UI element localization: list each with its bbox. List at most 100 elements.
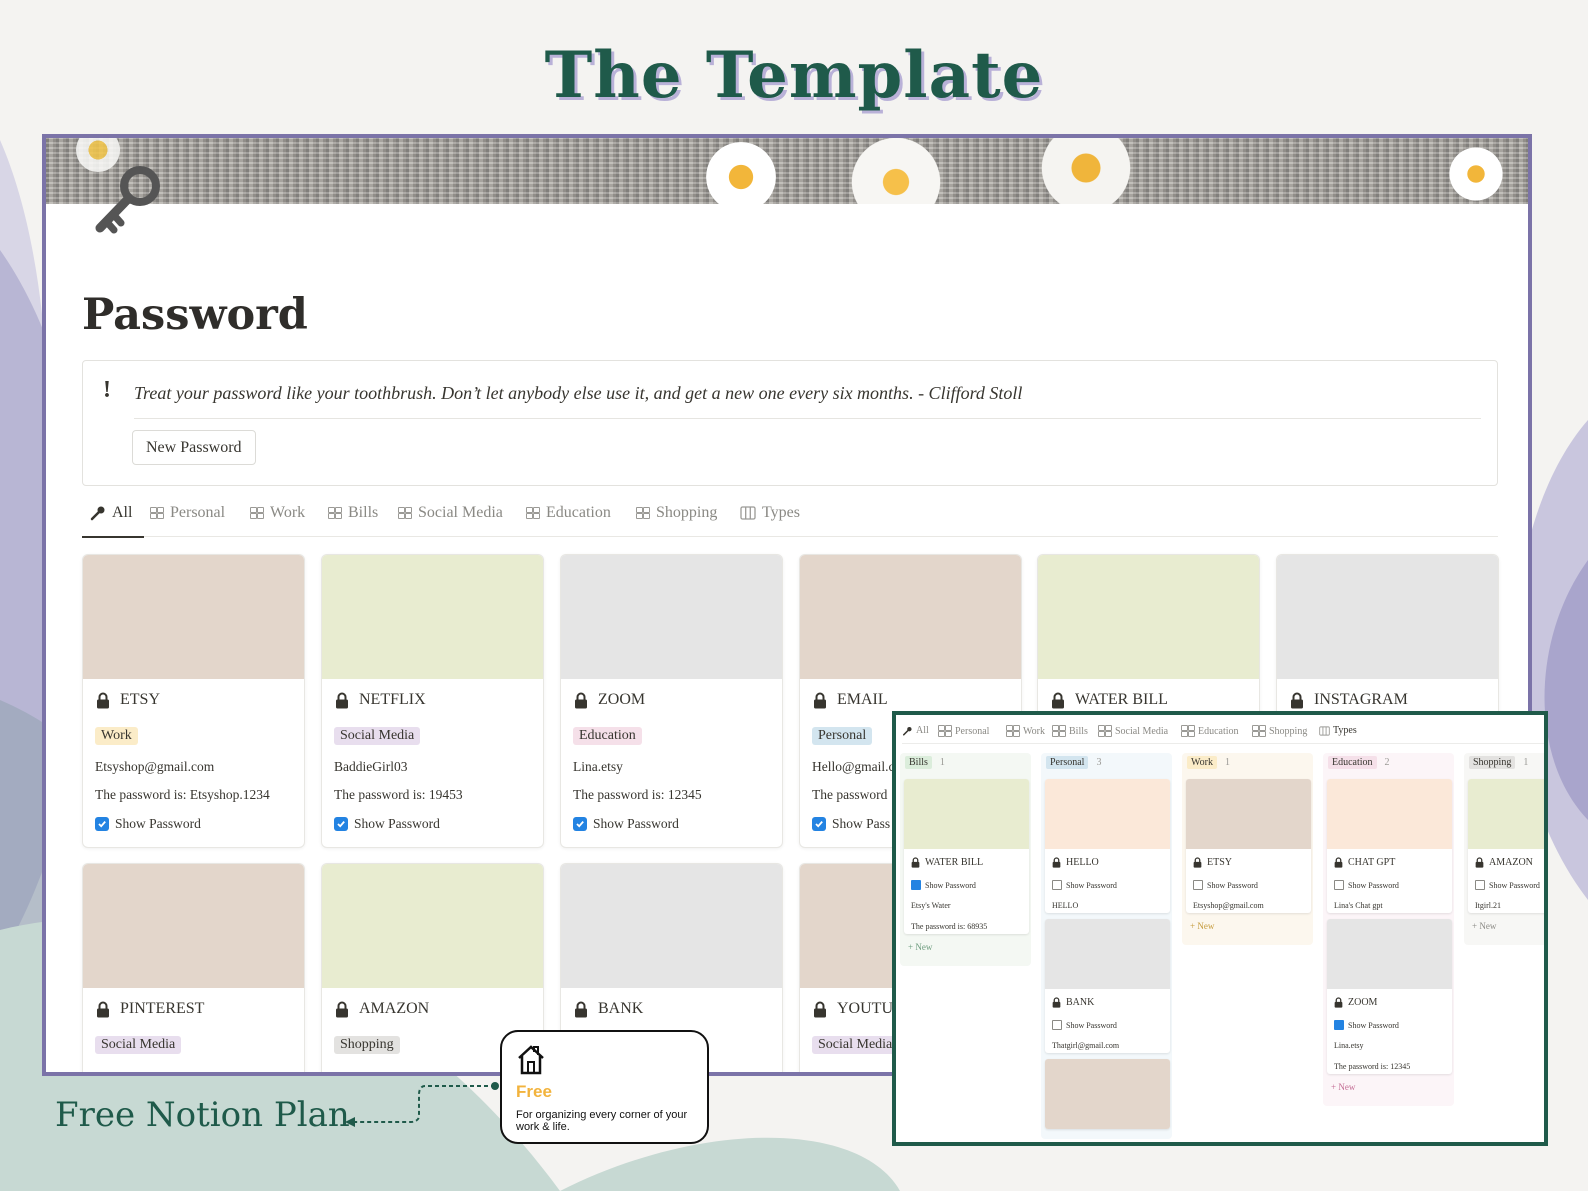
board-card[interactable]: CHAT GPT Show Password Lina's Chat gpt — [1327, 779, 1452, 913]
checkbox-unchecked-icon[interactable] — [1475, 880, 1485, 890]
new-password-button[interactable]: New Password — [132, 430, 256, 465]
card-title: YOUTU — [813, 1000, 893, 1018]
checkbox-unchecked-icon[interactable] — [1052, 880, 1062, 890]
card-title-text: YOUTU — [837, 1000, 893, 1017]
checkbox-unchecked-icon[interactable] — [1193, 880, 1203, 890]
arrow-connector — [345, 1082, 499, 1127]
show-password-label: Show Password — [593, 816, 679, 831]
lock-icon — [1052, 997, 1061, 1008]
card-title: INSTAGRAM — [1290, 691, 1408, 709]
tab-education[interactable]: Education — [526, 504, 611, 522]
board-tab-shopping[interactable]: Shopping — [1252, 725, 1307, 737]
tab-types[interactable]: Types — [740, 504, 800, 522]
show-password-label: Show Password — [115, 816, 201, 831]
card-title: AMAZON — [1475, 857, 1533, 868]
show-password-checkbox[interactable]: Show Password — [1193, 880, 1258, 890]
show-password-label: Show Password — [354, 816, 440, 831]
add-new-button[interactable]: + New — [1472, 921, 1496, 931]
board-tab-types[interactable]: Types — [1319, 725, 1357, 736]
board-column: Education 2 CHAT GPT Show Password Lina's Ch… — [1323, 753, 1454, 1106]
checkbox-checked-icon[interactable] — [911, 880, 921, 890]
card-title-text: INSTAGRAM — [1314, 691, 1408, 708]
board-tab-education[interactable]: Education — [1181, 725, 1239, 737]
board-card[interactable] — [1045, 1059, 1170, 1129]
lock-icon — [336, 692, 348, 708]
checkbox-checked-icon[interactable] — [573, 817, 587, 831]
account-text: Lina.etsy — [573, 759, 623, 774]
lock-icon — [336, 1001, 348, 1017]
show-password-checkbox[interactable]: Show Password — [573, 816, 679, 832]
board-card[interactable]: AMAZON Show Password Itgirl.21 — [1468, 779, 1544, 913]
tab-label: Personal — [170, 504, 226, 521]
card-title-text: NETFLIX — [359, 691, 426, 708]
show-password-checkbox[interactable]: Show Password — [1334, 880, 1399, 890]
board-card[interactable]: ETSY Show Password Etsyshop@gmail.com — [1186, 779, 1311, 913]
board-card[interactable]: ZOOM Show Password Lina.etsy The password i… — [1327, 919, 1452, 1074]
card-cover — [1038, 555, 1259, 679]
checkbox-checked-icon[interactable] — [812, 817, 826, 831]
board-tab-social-media[interactable]: Social Media — [1098, 725, 1168, 737]
page-title: Password — [82, 290, 308, 340]
gallery-icon — [1052, 725, 1066, 737]
board-card[interactable]: WATER BILL Show Password Etsy's Water The p… — [904, 779, 1029, 934]
key-icon — [90, 506, 105, 521]
tab-all[interactable]: All — [90, 504, 132, 522]
password-card[interactable]: ZOOM Education Lina.etsy The password is: 1… — [560, 554, 783, 848]
password-text: The password is: Etsyshop.1234 — [95, 787, 270, 802]
card-title-text: ETSY — [120, 691, 160, 708]
checkbox-unchecked-icon[interactable] — [1052, 1020, 1062, 1030]
add-new-button[interactable]: + New — [908, 942, 932, 952]
board-tab-personal[interactable]: Personal — [938, 725, 989, 737]
show-password-label: Show Password — [1489, 880, 1540, 890]
checkbox-checked-icon[interactable] — [1334, 1020, 1344, 1030]
show-password-checkbox[interactable]: Show Pass — [812, 816, 890, 832]
gallery-icon — [328, 507, 342, 519]
checkbox-checked-icon[interactable] — [334, 817, 348, 831]
show-password-label: Show Password — [1066, 1020, 1117, 1030]
password-card[interactable]: ETSY Work Etsyshop@gmail.com The password i… — [82, 554, 305, 848]
card-title-text: WATER BILL — [1075, 691, 1168, 708]
checkbox-unchecked-icon[interactable] — [1334, 880, 1344, 890]
card-text: Etsyshop@gmail.com — [1193, 901, 1264, 910]
add-new-button[interactable]: + New — [1190, 921, 1214, 931]
tab-personal[interactable]: Personal — [150, 504, 225, 522]
lock-icon — [1052, 857, 1061, 868]
tab-label: Education — [546, 504, 611, 521]
show-password-checkbox[interactable]: Show Password — [1052, 1020, 1117, 1030]
board-tab-all[interactable]: All — [902, 725, 929, 736]
show-password-checkbox[interactable]: Show Password — [1334, 1020, 1399, 1030]
lock-icon — [1334, 997, 1343, 1008]
card-title-text: ETSY — [1207, 857, 1232, 868]
house-icon — [518, 1045, 544, 1075]
tag-badge: Social Media — [95, 1036, 182, 1054]
show-password-checkbox[interactable]: Show Password — [1475, 880, 1540, 890]
board-card[interactable]: BANK Show Password Thatgirl@gmail.com — [1045, 919, 1170, 1053]
password-card[interactable]: PINTEREST Social Media — [82, 863, 305, 1072]
tab-social-media[interactable]: Social Media — [398, 504, 503, 522]
board-tab-label: Types — [1333, 725, 1357, 736]
show-password-checkbox[interactable]: Show Password — [334, 816, 440, 832]
card-cover — [1045, 779, 1170, 849]
free-plan-label: Free Notion Plan — [55, 1095, 350, 1135]
tab-shopping[interactable]: Shopping — [636, 504, 717, 522]
board-tab-work[interactable]: Work — [1006, 725, 1045, 737]
card-title-text: ZOOM — [598, 691, 646, 708]
tab-work[interactable]: Work — [250, 504, 305, 522]
card-title-text: BANK — [1066, 997, 1095, 1008]
show-password-checkbox[interactable]: Show Password — [1052, 880, 1117, 890]
board-card[interactable]: HELLO Show Password HELLO — [1045, 779, 1170, 913]
tab-bills[interactable]: Bills — [328, 504, 378, 522]
checkbox-checked-icon[interactable] — [95, 817, 109, 831]
lock-icon — [1334, 857, 1343, 868]
exclamation-icon: ! — [103, 377, 111, 403]
tag-badge: Shopping — [334, 1036, 400, 1054]
card-cover — [322, 555, 543, 679]
card-title-text: CHAT GPT — [1348, 857, 1396, 868]
board-tab-bills[interactable]: Bills — [1052, 725, 1088, 737]
password-card[interactable]: NETFLIX Social Media BaddieGirl03 The passw… — [321, 554, 544, 848]
show-password-checkbox[interactable]: Show Password — [911, 880, 976, 890]
card-title: NETFLIX — [335, 691, 426, 709]
add-new-button[interactable]: + New — [1331, 1082, 1355, 1092]
key-icon — [902, 726, 912, 736]
show-password-checkbox[interactable]: Show Password — [95, 816, 201, 832]
